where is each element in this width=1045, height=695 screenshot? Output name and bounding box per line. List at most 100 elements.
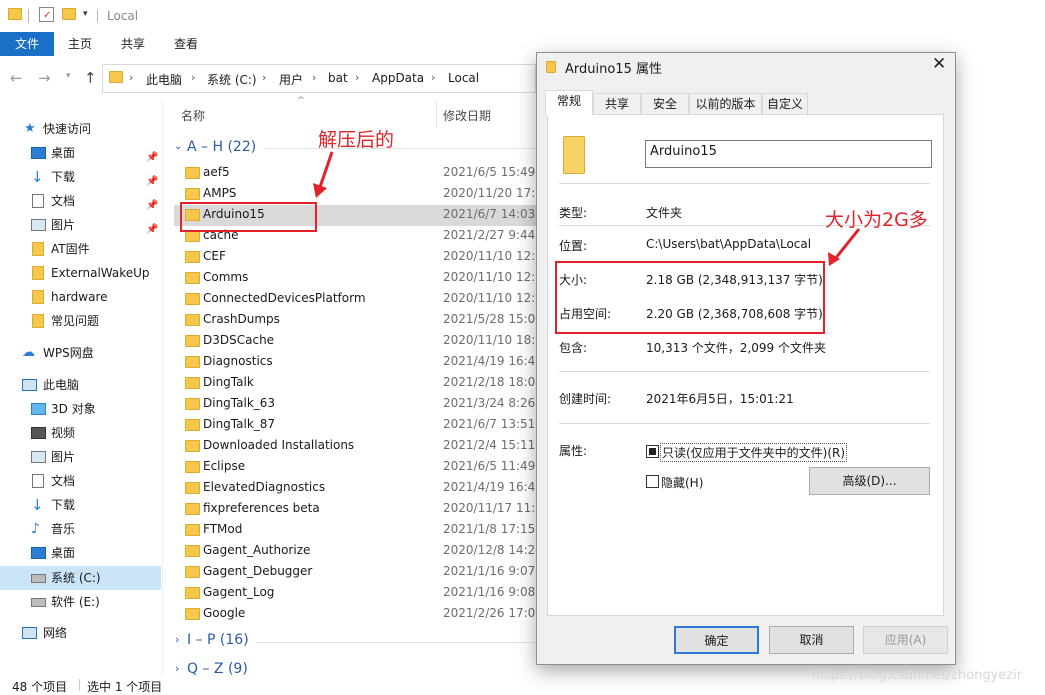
file-name: CrashDumps — [203, 312, 280, 326]
file-row[interactable]: Gagent_Log 2021/1/16 9:08 — [174, 583, 536, 604]
column-separator[interactable] — [436, 100, 437, 128]
nav-item-desktop[interactable]: 桌面 📌 — [0, 142, 161, 164]
forward-icon[interactable]: → — [38, 69, 51, 87]
tab-previous-versions[interactable]: 以前的版本 — [689, 93, 762, 114]
group-header-a-h[interactable]: A – H (22) — [187, 139, 256, 155]
tab-share[interactable]: 共享 — [121, 32, 145, 56]
nav-item-downloads[interactable]: ↓ 下载 📌 — [0, 166, 161, 188]
ok-button[interactable]: 确定 — [674, 626, 759, 654]
properties-icon[interactable]: ✓ — [39, 7, 54, 22]
file-row[interactable]: Diagnostics 2021/4/19 16:45 — [174, 352, 536, 373]
recent-locations-icon[interactable]: ▾ — [66, 71, 71, 81]
nav-item-pictures[interactable]: 图片 📌 — [0, 214, 161, 236]
file-row[interactable]: DingTalk 2021/2/18 18:03 — [174, 373, 536, 394]
up-icon[interactable]: ↑ — [84, 69, 97, 87]
folder-icon — [185, 461, 200, 473]
group-divider — [255, 642, 536, 643]
cancel-button[interactable]: 取消 — [769, 626, 854, 654]
file-row[interactable]: CrashDumps 2021/5/28 15:01 — [174, 310, 536, 331]
nav-item-at-firmware[interactable]: AT固件 — [0, 238, 161, 260]
file-row[interactable]: D3DSCache 2020/11/10 18:1 — [174, 331, 536, 352]
file-row[interactable]: FTMod 2021/1/8 17:15 — [174, 520, 536, 541]
readonly-checkbox[interactable] — [646, 445, 659, 458]
breadcrumb-this-pc[interactable]: 此电脑 — [146, 71, 182, 88]
tab-customize[interactable]: 自定义 — [762, 93, 808, 114]
chevron-right-icon[interactable]: › — [355, 71, 359, 84]
close-icon[interactable]: ✕ — [932, 54, 946, 74]
nav-item-documents-pc[interactable]: 文档 — [0, 470, 161, 492]
nav-item-pictures-pc[interactable]: 图片 — [0, 446, 161, 468]
chevron-right-icon[interactable]: › — [431, 71, 435, 84]
nav-item-3d-objects[interactable]: 3D 对象 — [0, 398, 161, 420]
file-row[interactable]: fixpreferences beta 2020/11/17 11:3 — [174, 499, 536, 520]
expand-group-icon[interactable]: › — [175, 662, 179, 675]
nav-item-documents[interactable]: 文档 📌 — [0, 190, 161, 212]
file-row[interactable]: DingTalk_87 2021/6/7 13:51 — [174, 415, 536, 436]
folder-name-input[interactable]: Arduino15 — [645, 140, 932, 168]
breadcrumb-local[interactable]: Local — [448, 71, 479, 85]
back-icon[interactable]: ← — [10, 69, 23, 87]
breadcrumb-appdata[interactable]: AppData — [372, 71, 424, 85]
nav-item-software-e[interactable]: 软件 (E:) — [0, 591, 161, 613]
tab-home[interactable]: 主页 — [68, 32, 92, 56]
title-bar — [0, 0, 1045, 32]
nav-item-externalwakeup[interactable]: ExternalWakeUp — [0, 262, 161, 284]
video-icon — [31, 427, 46, 439]
nav-label: 图片 — [51, 450, 76, 464]
nav-item-videos[interactable]: 视频 — [0, 422, 161, 444]
file-row[interactable]: aef5 2021/6/5 15:49 — [174, 163, 536, 184]
apply-button[interactable]: 应用(A) — [863, 626, 948, 654]
file-row[interactable]: Google 2021/2/26 17:05 — [174, 604, 536, 625]
file-row[interactable]: Eclipse 2021/6/5 11:49 — [174, 457, 536, 478]
tab-file[interactable]: 文件 — [0, 32, 54, 56]
nav-wps-drive[interactable]: ☁ WPS网盘 — [0, 342, 161, 364]
nav-item-system-c[interactable]: 系统 (C:) — [0, 567, 161, 589]
nav-label: 快速访问 — [43, 122, 92, 136]
cloud-icon: ☁ — [22, 345, 35, 360]
chevron-right-icon[interactable]: › — [312, 71, 316, 84]
file-date: 2021/5/28 15:01 — [443, 312, 536, 326]
expand-group-icon[interactable]: › — [175, 633, 179, 646]
new-folder-icon[interactable] — [62, 8, 76, 20]
file-row[interactable]: Downloaded Installations 2021/2/4 15:11 — [174, 436, 536, 457]
file-row[interactable]: DingTalk_63 2021/3/24 8:26 — [174, 394, 536, 415]
divider — [559, 371, 930, 372]
tab-general[interactable]: 常规 — [545, 90, 593, 115]
breadcrumb-bat[interactable]: bat — [328, 71, 348, 85]
nav-item-downloads-pc[interactable]: ↓ 下载 — [0, 494, 161, 516]
group-header-q-z[interactable]: Q – Z (9) — [187, 661, 248, 676]
nav-item-desktop-pc[interactable]: 桌面 — [0, 542, 161, 564]
collapse-group-icon[interactable]: ⌄ — [174, 141, 182, 152]
chevron-right-icon[interactable]: › — [262, 71, 266, 84]
file-row[interactable]: Gagent_Debugger 2021/1/16 9:07 — [174, 562, 536, 583]
nav-item-faq[interactable]: 常见问题 — [0, 310, 161, 332]
file-name: Diagnostics — [203, 354, 273, 368]
watermark: https://blog.csdn.net/zhongyezir — [812, 668, 1023, 683]
file-row[interactable]: ConnectedDevicesPlatform 2020/11/10 12:1 — [174, 289, 536, 310]
chevron-right-icon[interactable]: › — [129, 71, 133, 84]
network-icon — [22, 627, 37, 639]
tab-security[interactable]: 安全 — [641, 93, 689, 114]
breadcrumb-system-c[interactable]: 系统 (C:) — [207, 71, 257, 88]
advanced-button[interactable]: 高级(D)... — [809, 467, 930, 495]
file-row[interactable]: CEF 2020/11/10 12:3 — [174, 247, 536, 268]
nav-item-hardware[interactable]: hardware — [0, 286, 161, 308]
file-row[interactable]: ElevatedDiagnostics 2021/4/19 16:45 — [174, 478, 536, 499]
nav-this-pc[interactable]: 此电脑 — [0, 374, 161, 396]
quick-access-dropdown-icon[interactable]: ▾ — [83, 9, 88, 19]
tab-sharing[interactable]: 共享 — [593, 93, 641, 114]
readonly-label[interactable]: 只读(仅应用于文件夹中的文件)(R) — [660, 443, 848, 462]
file-row[interactable]: Gagent_Authorize 2020/12/8 14:24 — [174, 541, 536, 562]
hidden-label[interactable]: 隐藏(H) — [661, 474, 703, 491]
file-row[interactable]: Comms 2020/11/10 12:2 — [174, 268, 536, 289]
nav-item-music[interactable]: ♪ 音乐 — [0, 518, 161, 540]
breadcrumb-users[interactable]: 用户 — [279, 71, 303, 88]
group-header-i-p[interactable]: I – P (16) — [187, 632, 249, 648]
column-header-name[interactable]: 名称 — [181, 107, 205, 124]
nav-quick-access[interactable]: ★ 快速访问 — [0, 118, 161, 140]
tab-view[interactable]: 查看 — [174, 32, 198, 56]
column-header-date[interactable]: 修改日期 — [443, 107, 491, 124]
hidden-checkbox[interactable] — [646, 475, 659, 488]
chevron-right-icon[interactable]: › — [191, 71, 195, 84]
nav-network[interactable]: 网络 — [0, 622, 161, 644]
